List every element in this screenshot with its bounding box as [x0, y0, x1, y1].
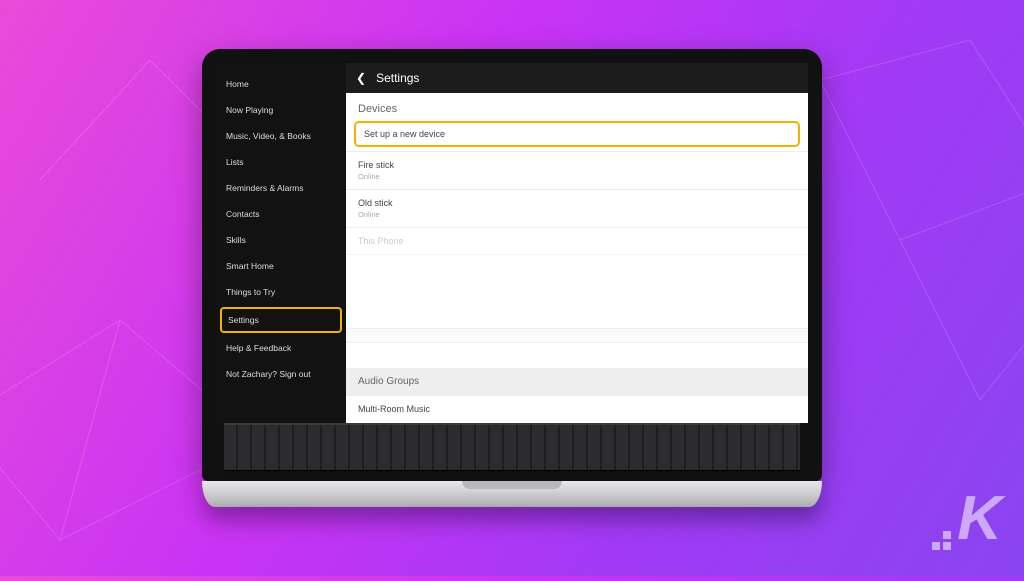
- laptop-keyboard: [224, 423, 800, 471]
- sidebar-item-home[interactable]: Home: [216, 71, 346, 97]
- spacer-row: [346, 328, 808, 342]
- audio-groups-section-title: Audio Groups: [346, 368, 808, 395]
- sidebar-item-smart-home[interactable]: Smart Home: [216, 253, 346, 279]
- setup-new-device-row[interactable]: Set up a new device: [354, 121, 800, 147]
- blank-row: [346, 342, 808, 368]
- brand-letter: K: [957, 483, 1000, 554]
- sidebar: Home Now Playing Music, Video, & Books L…: [216, 63, 346, 423]
- page-title: Settings: [376, 71, 419, 85]
- sidebar-item-now-playing[interactable]: Now Playing: [216, 97, 346, 123]
- settings-content: Devices Set up a new device Fire stick O…: [346, 93, 808, 423]
- sidebar-item-lists[interactable]: Lists: [216, 149, 346, 175]
- laptop-notch: [462, 481, 562, 489]
- device-row[interactable]: This Phone: [346, 227, 808, 254]
- sidebar-item-skills[interactable]: Skills: [216, 227, 346, 253]
- page-header: ❮ Settings: [346, 63, 808, 93]
- device-row[interactable]: Old stick Online: [346, 189, 808, 227]
- device-status: Online: [358, 172, 796, 181]
- sidebar-item-contacts[interactable]: Contacts: [216, 201, 346, 227]
- setup-new-device-label: Set up a new device: [364, 129, 445, 139]
- screen-bezel: Home Now Playing Music, Video, & Books L…: [202, 49, 822, 481]
- device-row[interactable]: Fire stick Online: [346, 151, 808, 189]
- brand-dots-icon: [932, 531, 951, 550]
- device-name: Old stick: [358, 198, 796, 208]
- device-name: Fire stick: [358, 160, 796, 170]
- audio-group-name: Multi-Room Music: [358, 404, 796, 414]
- sidebar-item-reminders-alarms[interactable]: Reminders & Alarms: [216, 175, 346, 201]
- device-name: This Phone: [358, 236, 796, 246]
- sidebar-item-music-video-books[interactable]: Music, Video, & Books: [216, 123, 346, 149]
- laptop-frame: Home Now Playing Music, Video, & Books L…: [202, 49, 822, 507]
- sidebar-item-help-feedback[interactable]: Help & Feedback: [216, 335, 346, 361]
- device-status: Online: [358, 210, 796, 219]
- devices-section-title: Devices: [346, 93, 808, 121]
- audio-group-row[interactable]: Multi-Room Music: [346, 395, 808, 422]
- app-screen: Home Now Playing Music, Video, & Books L…: [216, 63, 808, 423]
- sidebar-item-settings[interactable]: Settings: [220, 307, 342, 333]
- main-pane: ❮ Settings Devices Set up a new device F…: [346, 63, 808, 423]
- empty-area: [346, 254, 808, 328]
- laptop-base: [202, 481, 822, 507]
- brand-watermark: K: [932, 483, 1000, 558]
- back-icon[interactable]: ❮: [356, 71, 366, 85]
- sidebar-item-sign-out[interactable]: Not Zachary? Sign out: [216, 361, 346, 387]
- sidebar-item-things-to-try[interactable]: Things to Try: [216, 279, 346, 305]
